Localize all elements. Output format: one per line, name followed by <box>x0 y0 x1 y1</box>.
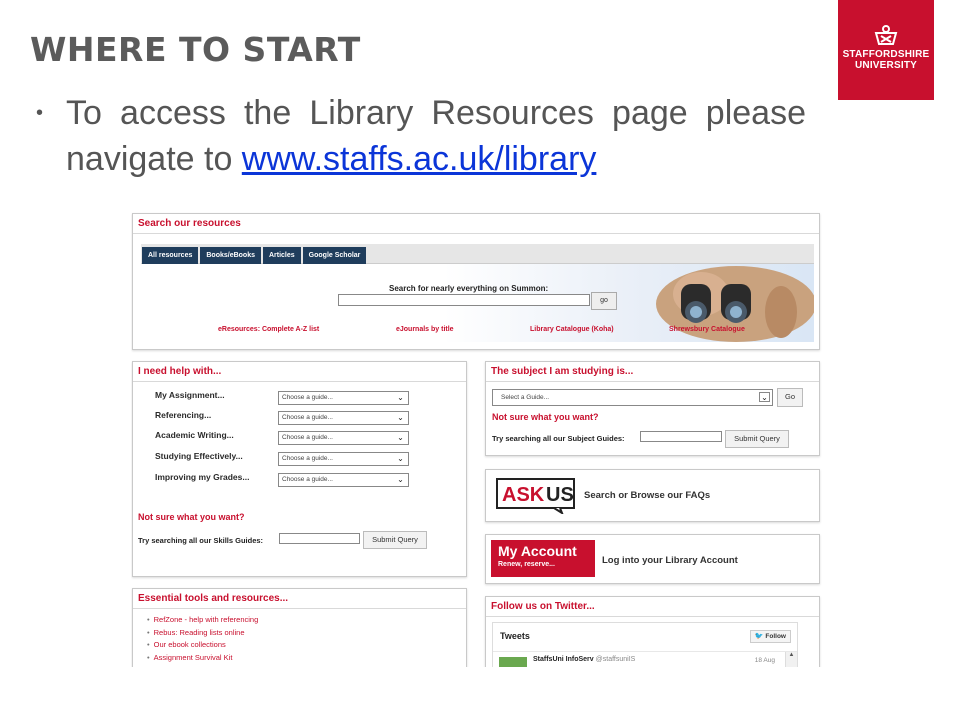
summon-go-button[interactable]: go <box>591 292 617 310</box>
chevron-down-icon: ⌄ <box>397 413 404 422</box>
guide-select-value: Choose a guide... <box>282 476 333 483</box>
library-page-screenshot: Search our resources All resources Books/… <box>131 212 822 667</box>
tweets-heading: Tweets <box>500 631 530 641</box>
twitter-panel-title: Follow us on Twitter... <box>486 597 819 617</box>
help-label-grades: Improving my Grades... <box>155 472 250 482</box>
twitter-panel: Follow us on Twitter... Tweets 🐦 Follow … <box>485 596 820 667</box>
search-resources-panel: Search our resources All resources Books/… <box>132 213 820 350</box>
help-label-academic-writing: Academic Writing... <box>155 430 234 440</box>
skills-submit-button[interactable]: Submit Query <box>363 531 427 549</box>
tab-all-resources[interactable]: All resources <box>142 247 199 265</box>
help-panel-title: I need help with... <box>133 362 466 382</box>
guide-select-referencing[interactable]: Choose a guide... ⌄ <box>278 411 409 425</box>
svg-text:ASK: ASK <box>502 484 545 506</box>
tool-rebus[interactable]: Rebus: Reading lists online <box>147 628 258 641</box>
subject-go-button[interactable]: Go <box>777 388 803 407</box>
chevron-down-icon: ⌄ <box>397 454 404 463</box>
tool-refzone[interactable]: RefZone - help with referencing <box>147 615 259 628</box>
search-panel-title: Search our resources <box>133 214 819 234</box>
tab-books-ebooks[interactable]: Books/eBooks <box>200 247 261 265</box>
guide-select-value: Choose a guide... <box>282 394 333 401</box>
chevron-down-icon: ⌄ <box>397 433 404 442</box>
guide-select-grades[interactable]: Choose a guide... ⌄ <box>278 473 409 487</box>
guide-select-value: Choose a guide... <box>282 414 333 421</box>
search-tabs: All resources Books/eBooks Articles Google … <box>141 244 814 265</box>
subject-submit-button[interactable]: Submit Query <box>725 430 789 448</box>
chevron-down-icon: ⌄ <box>759 392 770 402</box>
account-logo-line2: Renew, reserve... <box>498 561 555 568</box>
tweet-avatar <box>499 657 527 667</box>
tweet-author-name: StaffsUni InfoServ <box>533 656 594 663</box>
tab-articles[interactable]: Articles <box>262 247 301 265</box>
tools-panel: Essential tools and resources... RefZone… <box>132 588 467 667</box>
twitter-widget: Tweets 🐦 Follow StaffsUni InfoServ @staf… <box>492 622 798 667</box>
link-ejournals[interactable]: eJournals by title <box>396 326 454 333</box>
tools-list: RefZone - help with referencing Rebus: R… <box>147 615 259 666</box>
bullet-text: To access the Library Resources page ple… <box>36 90 806 182</box>
link-shrewsbury-catalogue[interactable]: Shrewsbury Catalogue <box>669 326 745 333</box>
help-label-studying: Studying Effectively... <box>155 451 243 461</box>
link-eresources[interactable]: eResources: Complete A-Z list <box>218 326 319 333</box>
account-text[interactable]: Log into your Library Account <box>602 555 738 566</box>
subject-guide-select[interactable]: Select a Guide... ⌄ <box>492 389 773 406</box>
help-not-sure: Not sure what you want? <box>138 512 245 522</box>
askus-text[interactable]: Search or Browse our FAQs <box>584 490 710 501</box>
tab-google-scholar[interactable]: Google Scholar <box>302 247 367 265</box>
twitter-bird-icon: 🐦 <box>754 633 764 640</box>
logo-line-2: UNIVERSITY <box>854 60 917 71</box>
summon-search-input[interactable] <box>338 294 590 306</box>
guide-select-academic-writing[interactable]: Choose a guide... ⌄ <box>278 431 409 445</box>
askus-logo-icon: ASK US <box>496 478 575 514</box>
tweet-scrollbar[interactable]: ▲ <box>785 652 797 667</box>
subject-panel: The subject I am studying is... Select a… <box>485 361 820 456</box>
tweet-author-handle: @staffsuniIS <box>595 656 636 663</box>
summon-search-area: Search for nearly everything on Summon: … <box>141 264 814 342</box>
subject-guides-input[interactable] <box>640 431 722 442</box>
help-label-assignment: My Assignment... <box>155 390 225 400</box>
university-crest-icon <box>874 25 898 45</box>
library-url-link[interactable]: www.staffs.ac.uk/library <box>242 140 597 178</box>
account-panel[interactable]: My Account Renew, reserve... Log into yo… <box>485 534 820 584</box>
slide-title: WHERE TO START <box>30 30 361 69</box>
help-panel: I need help with... My Assignment... Cho… <box>132 361 467 577</box>
subject-panel-title: The subject I am studying is... <box>486 362 819 382</box>
subject-guides-label: Try searching all our Subject Guides: <box>492 434 625 443</box>
scroll-up-icon: ▲ <box>788 652 795 658</box>
subject-select-value: Select a Guide... <box>501 394 550 401</box>
help-label-referencing: Referencing... <box>155 410 212 420</box>
my-account-logo: My Account Renew, reserve... <box>491 540 595 577</box>
tweet-item: StaffsUni InfoServ @staffsuniIS 18 Aug ▲ <box>493 651 797 667</box>
bullet-dot-icon: • <box>36 102 44 124</box>
subject-not-sure: Not sure what you want? <box>492 412 599 422</box>
guide-select-assignment[interactable]: Choose a guide... ⌄ <box>278 391 409 405</box>
tweet-author[interactable]: StaffsUni InfoServ @staffsuniIS <box>533 656 635 663</box>
askus-panel[interactable]: ASK US Search or Browse our FAQs <box>485 469 820 522</box>
chevron-down-icon: ⌄ <box>397 475 404 484</box>
twitter-follow-button[interactable]: 🐦 Follow <box>749 630 791 643</box>
summon-label: Search for nearly everything on Summon: <box>389 284 549 293</box>
staffordshire-university-logo: STAFFORDSHIRE UNIVERSITY <box>838 0 934 100</box>
tweet-date: 18 Aug <box>754 657 775 664</box>
logo-line-1: STAFFORDSHIRE <box>842 49 930 60</box>
guide-select-value: Choose a guide... <box>282 455 333 462</box>
skills-guides-input[interactable] <box>279 533 360 544</box>
svg-text:US: US <box>546 484 574 506</box>
bullet-point: • To access the Library Resources page p… <box>36 90 806 182</box>
link-library-catalogue[interactable]: Library Catalogue (Koha) <box>530 326 614 333</box>
skills-guides-label: Try searching all our Skills Guides: <box>138 536 264 545</box>
account-logo-line1: My Account <box>498 543 577 559</box>
guide-select-studying[interactable]: Choose a guide... ⌄ <box>278 452 409 466</box>
tool-ebooks[interactable]: Our ebook collections <box>147 640 258 653</box>
follow-label: Follow <box>765 633 786 640</box>
guide-select-value: Choose a guide... <box>282 434 333 441</box>
tools-panel-title: Essential tools and resources... <box>133 589 466 609</box>
tool-survival-kit[interactable]: Assignment Survival Kit <box>147 653 258 666</box>
chevron-down-icon: ⌄ <box>397 393 404 402</box>
